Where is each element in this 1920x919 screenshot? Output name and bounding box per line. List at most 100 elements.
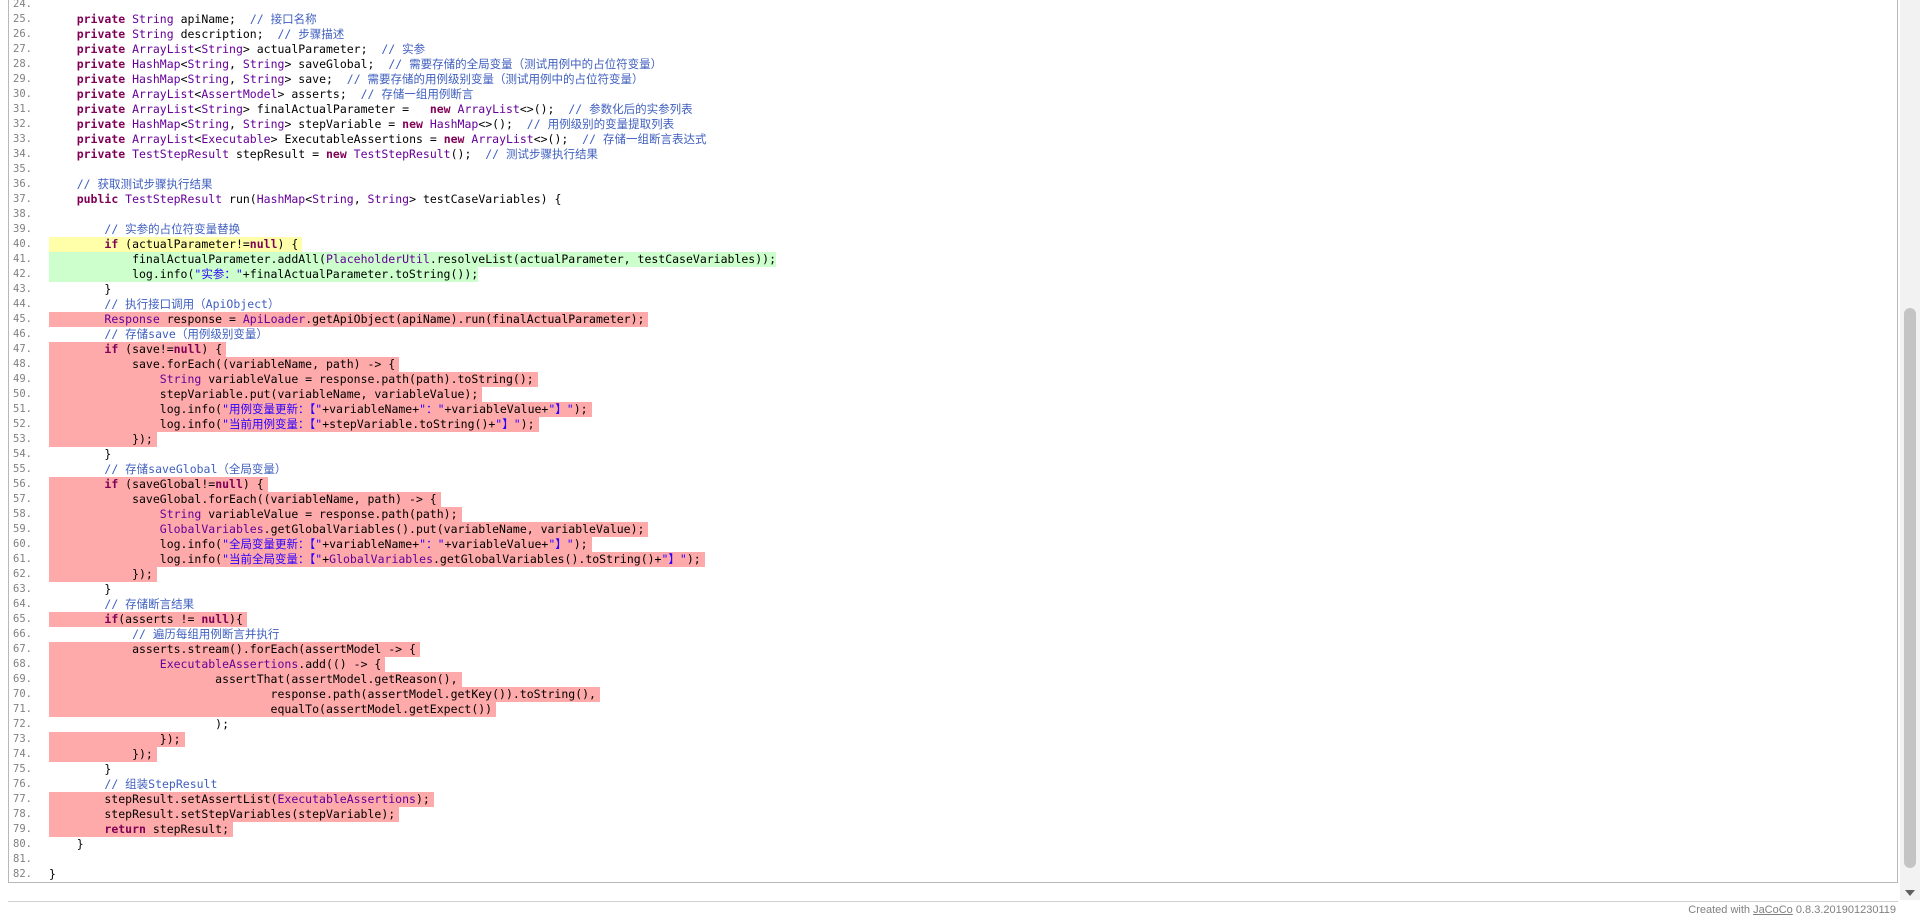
line-number: 74.: [13, 748, 32, 760]
code-line: 45. Response response = ApiLoader.getApi…: [9, 312, 1897, 327]
code-token: String: [201, 102, 243, 116]
code-token: // 组装StepResult: [104, 777, 218, 791]
code-token: finalActualParameter.addAll(: [49, 252, 326, 266]
code-token: "用例变量更新：【": [222, 402, 323, 416]
code-token: // 遍历每组用例断言并执行: [132, 627, 280, 641]
line-source: });: [49, 747, 157, 762]
line-source: if (saveGlobal!=null) {: [49, 477, 268, 492]
line-source: private String apiName; // 接口名称: [49, 12, 317, 27]
code-line: 31. private ArrayList<String> finalActua…: [9, 102, 1897, 117]
code-token: ArrayList: [132, 87, 195, 101]
code-token: TestStepResult: [132, 147, 230, 161]
code-token: > save;: [284, 72, 347, 86]
code-token: }: [49, 447, 112, 461]
line-number: 53.: [13, 433, 32, 445]
vertical-scrollbar[interactable]: [1900, 0, 1920, 900]
code-line: 56. if (saveGlobal!=null) {: [9, 477, 1897, 492]
code-token: private: [76, 102, 133, 116]
code-token: Executable: [201, 132, 271, 146]
code-token: String: [132, 27, 174, 41]
scrollbar-thumb[interactable]: [1904, 308, 1916, 868]
line-source: });: [49, 567, 157, 582]
line-number: 24.: [13, 0, 32, 10]
code-token: }: [49, 837, 84, 851]
code-token: String: [312, 192, 354, 206]
code-token: "全局变量更新：【": [222, 537, 323, 551]
code-token: null: [249, 237, 278, 251]
line-number: 33.: [13, 133, 32, 145]
code-token: private: [76, 117, 133, 131]
line-number: 70.: [13, 688, 32, 700]
code-token: +variableName+: [322, 537, 420, 551]
line-number: 38.: [13, 208, 32, 220]
line-number: 82.: [13, 868, 32, 880]
line-source: // 获取测试步骤执行结果: [49, 177, 213, 192]
line-number: 68.: [13, 658, 32, 670]
code-token: ,: [229, 72, 243, 86]
code-token: }: [49, 582, 112, 596]
line-number: 61.: [13, 553, 32, 565]
code-token: // 参数化后的实参列表: [568, 102, 693, 116]
line-number: 40.: [13, 238, 32, 250]
code-token: String: [242, 72, 285, 86]
line-number: 26.: [13, 28, 32, 40]
code-token: // 需要存储的全局变量（测试用例中的占位符变量）: [388, 57, 663, 71]
code-token: private: [76, 147, 133, 161]
code-token: GlobalVariables: [329, 552, 433, 566]
code-token: if: [104, 342, 126, 356]
code-token: HashMap: [132, 57, 181, 71]
line-source: }: [49, 762, 111, 777]
code-line: 73. });: [9, 732, 1897, 747]
code-line: 26. private String description; // 步骤描述: [9, 27, 1897, 42]
code-token: ();: [450, 147, 486, 161]
code-token: // 存储断言结果: [104, 597, 195, 611]
code-token: HashMap: [132, 117, 181, 131]
line-number: 34.: [13, 148, 32, 160]
line-source: String variableValue = response.path(pat…: [49, 507, 462, 522]
code-line: 63. }: [9, 582, 1897, 597]
code-token: variableValue = response.path(path).toSt…: [201, 372, 534, 386]
code-token: ) {: [242, 477, 264, 491]
code-line: 29. private HashMap<String, String> save…: [9, 72, 1897, 87]
code-line: 62. });: [9, 567, 1897, 582]
jacoco-link[interactable]: JaCoCo: [1753, 904, 1793, 916]
code-token: response.path(assertModel.getKey()).toSt…: [49, 687, 596, 701]
line-source: log.info("用例变量更新：【"+variableName+"："+var…: [49, 402, 592, 417]
code-token: AssertModel: [201, 87, 278, 101]
code-token: > finalActualParameter =: [242, 102, 430, 116]
code-line: 48. save.forEach((variableName, path) ->…: [9, 357, 1897, 372]
code-token: if: [104, 237, 126, 251]
source-view: 24. 25. private String apiName; // 接口名称 26…: [8, 0, 1898, 883]
code-token: // 获取测试步骤执行结果: [76, 177, 213, 191]
line-number: 45.: [13, 313, 32, 325]
line-source: log.info("实参："+finalActualParameter.toSt…: [49, 267, 479, 282]
code-line: 35.: [9, 162, 1897, 177]
line-number: 72.: [13, 718, 32, 730]
code-token: log.info(: [49, 267, 195, 281]
code-token: .resolveList(actualParameter, testCaseVa…: [429, 252, 776, 266]
code-token: if: [104, 477, 126, 491]
line-number: 62.: [13, 568, 32, 580]
code-token: > saveGlobal;: [284, 57, 389, 71]
footer-prefix: Created with: [1688, 904, 1754, 916]
code-token: +stepVariable.toString()+: [322, 417, 496, 431]
footer-divider: [8, 901, 1898, 902]
line-number: 58.: [13, 508, 32, 520]
line-source: return stepResult;: [49, 822, 234, 837]
code-token: <>();: [519, 102, 569, 116]
line-source: // 实参的占位符变量替换: [49, 222, 240, 237]
line-source: }: [49, 582, 111, 597]
code-token: });: [49, 732, 181, 746]
line-number: 49.: [13, 373, 32, 385]
code-token: ,: [229, 117, 243, 131]
line-number: 48.: [13, 358, 32, 370]
code-token: // 执行接口调用（ApiObject）: [104, 297, 280, 311]
scroll-down-arrow-icon[interactable]: [1905, 890, 1915, 896]
line-source: response.path(assertModel.getKey()).toSt…: [49, 687, 600, 702]
